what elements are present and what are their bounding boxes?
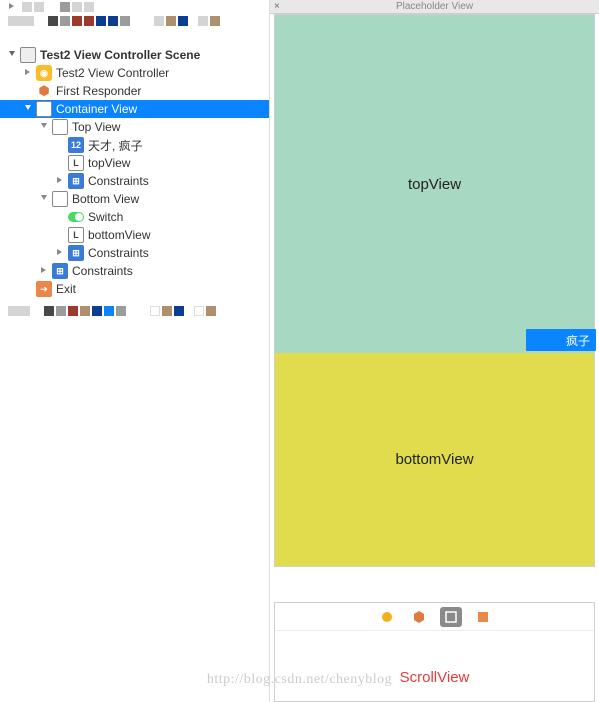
chevron-down-icon <box>40 122 50 132</box>
chevron-down-icon <box>24 104 34 114</box>
cube-icon: ⬢ <box>36 83 52 99</box>
tree-row-viewcontroller[interactable]: ◉ Test2 View Controller <box>0 64 269 82</box>
chevron-down-icon <box>8 50 18 60</box>
document-outline-panel: Test2 View Controller Scene ◉ Test2 View… <box>0 0 270 702</box>
canvas-title: Placeholder View <box>396 1 473 12</box>
view-icon <box>52 191 68 207</box>
tree-label: Constraints <box>88 246 149 260</box>
tool-coin-icon[interactable] <box>376 607 398 627</box>
tool-cube-icon[interactable] <box>408 607 430 627</box>
color-strip-row <box>0 14 269 28</box>
tree-row-top-view[interactable]: Top View <box>0 118 269 136</box>
chevron-right-icon <box>56 248 66 258</box>
scene-header-row[interactable]: Test2 View Controller Scene <box>0 46 269 64</box>
bottom-view-region[interactable]: bottomView <box>275 353 594 566</box>
tree-row-label-topview[interactable]: L topView <box>0 154 269 172</box>
exit-icon: ➔ <box>36 281 52 297</box>
label-icon: 12 <box>68 137 84 153</box>
tree-row-exit[interactable]: ➔ Exit <box>0 280 269 298</box>
tree-label: Container View <box>56 102 137 116</box>
chevron-right-icon[interactable] <box>8 2 18 12</box>
canvas-viewport[interactable]: topView 疯子 bottomView <box>270 14 599 702</box>
label-icon: L <box>68 227 84 243</box>
label-icon: L <box>68 155 84 171</box>
tree-row-label-bottomview[interactable]: L bottomView <box>0 226 269 244</box>
tree-label: Constraints <box>72 264 133 278</box>
chevron-right-icon <box>24 68 34 78</box>
inspector-toolbar <box>275 603 594 631</box>
inspector-panel: ScrollView <box>274 602 595 702</box>
scene-icon <box>20 47 36 63</box>
color-strip-row <box>0 304 269 318</box>
scrollview-label: ScrollView <box>275 669 594 686</box>
tree-label: Top View <box>72 120 120 134</box>
tree-label: Switch <box>88 210 123 224</box>
tool-exit-icon[interactable] <box>472 607 494 627</box>
viewcontroller-icon: ◉ <box>36 65 52 81</box>
tree-label: bottomView <box>88 228 150 242</box>
chevron-right-icon <box>56 176 66 186</box>
view-icon <box>36 101 52 117</box>
canvas-panel: × Placeholder View topView 疯子 bottomView <box>270 0 599 702</box>
tree-label: First Responder <box>56 84 141 98</box>
close-icon[interactable]: × <box>274 0 280 14</box>
tree-label: topView <box>88 156 130 170</box>
chevron-right-icon <box>40 266 50 276</box>
tool-view-icon[interactable] <box>440 607 462 627</box>
tree-label: Constraints <box>88 174 149 188</box>
tree-label: 天才, 疯子 <box>88 137 143 154</box>
canvas-title-bar: × Placeholder View <box>270 0 599 14</box>
color-strip-row <box>0 0 269 14</box>
tree-label: Exit <box>56 282 76 296</box>
tree-row-bottom-view[interactable]: Bottom View <box>0 190 269 208</box>
tree-row-constraints[interactable]: ⊞ Constraints <box>0 262 269 280</box>
switch-icon <box>68 209 84 225</box>
constraints-icon: ⊞ <box>68 173 84 189</box>
tree-row-switch[interactable]: Switch <box>0 208 269 226</box>
tree-row-first-responder[interactable]: ⬢ First Responder <box>0 82 269 100</box>
bottom-view-label: bottomView <box>395 451 473 468</box>
tree-row-container-view[interactable]: Container View <box>0 100 269 118</box>
top-view-label: topView <box>408 176 461 193</box>
tree-label: Test2 View Controller <box>56 66 169 80</box>
floating-button[interactable]: 疯子 <box>526 329 596 351</box>
floating-button-label: 疯子 <box>566 332 590 349</box>
tree-row-constraints[interactable]: ⊞ Constraints <box>0 172 269 190</box>
container-view-canvas[interactable]: topView 疯子 bottomView <box>274 14 595 567</box>
chevron-down-icon <box>40 194 50 204</box>
tree-label: Test2 View Controller Scene <box>40 48 200 62</box>
tree-row-label-chinese[interactable]: 12 天才, 疯子 <box>0 136 269 154</box>
tree-label: Bottom View <box>72 192 139 206</box>
constraints-icon: ⊞ <box>68 245 84 261</box>
tree-row-constraints[interactable]: ⊞ Constraints <box>0 244 269 262</box>
top-view-region[interactable]: topView 疯子 <box>275 15 594 353</box>
constraints-icon: ⊞ <box>52 263 68 279</box>
view-icon <box>52 119 68 135</box>
